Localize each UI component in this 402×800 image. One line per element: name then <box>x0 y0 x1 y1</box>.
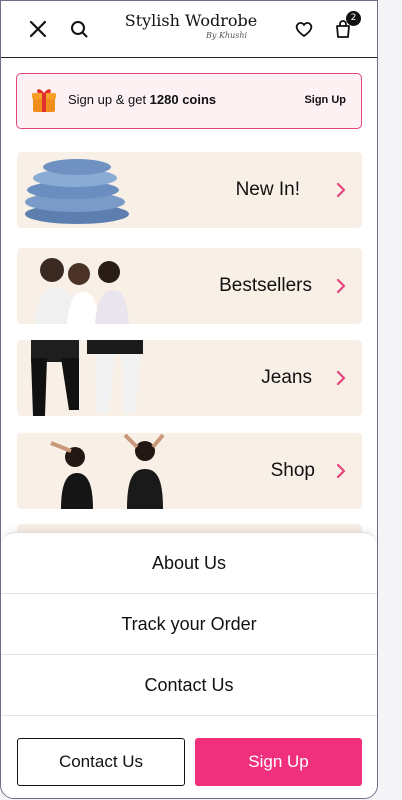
sign-up-button[interactable]: Sign Up <box>195 738 362 786</box>
search-icon[interactable] <box>67 17 91 41</box>
category-label: Bestsellers <box>219 275 312 296</box>
promo-text: Sign up & get 1280 coins <box>68 92 216 107</box>
app-frame: Stylish Wodrobe By Khushi 2 Sign up & ge… <box>0 0 378 799</box>
category-label: Jeans <box>261 367 312 388</box>
cart-count-badge: 2 <box>346 11 361 26</box>
chevron-right-icon <box>336 463 346 479</box>
chevron-right-icon <box>336 278 346 294</box>
category-shop[interactable]: Shop <box>17 433 362 509</box>
header: Stylish Wodrobe By Khushi 2 <box>1 1 377 58</box>
category-new-in[interactable]: New In! <box>17 152 362 228</box>
close-icon[interactable] <box>26 17 50 41</box>
menu-item-about-us[interactable]: About Us <box>1 533 377 594</box>
category-image <box>35 258 129 324</box>
category-label: New In! <box>235 179 300 200</box>
promo-text-prefix: Sign up & get <box>68 92 150 107</box>
contact-us-button[interactable]: Contact Us <box>17 738 185 786</box>
gift-icon <box>31 86 57 114</box>
category-label: Shop <box>270 460 315 481</box>
chevron-right-icon <box>336 370 346 386</box>
bag-icon[interactable]: 2 <box>331 11 361 41</box>
heart-icon[interactable] <box>292 17 316 41</box>
category-image <box>25 159 129 224</box>
promo-coins: 1280 coins <box>149 92 217 107</box>
brand-logo[interactable]: Stylish Wodrobe <box>121 11 261 31</box>
brand-subtitle: By Khushi <box>206 31 248 40</box>
chevron-right-icon <box>336 182 346 198</box>
category-bestsellers[interactable]: Bestsellers <box>17 248 362 324</box>
category-image <box>31 340 143 416</box>
menu-item-track-order[interactable]: Track your Order <box>1 594 377 655</box>
promo-signup-link[interactable]: Sign Up <box>304 94 346 106</box>
menu-item-contact-us[interactable]: Contact Us <box>1 655 377 716</box>
signup-promo-banner[interactable]: Sign up & get 1280 coins Sign Up <box>16 73 362 129</box>
category-image <box>50 433 165 509</box>
category-jeans[interactable]: Jeans <box>17 340 362 416</box>
